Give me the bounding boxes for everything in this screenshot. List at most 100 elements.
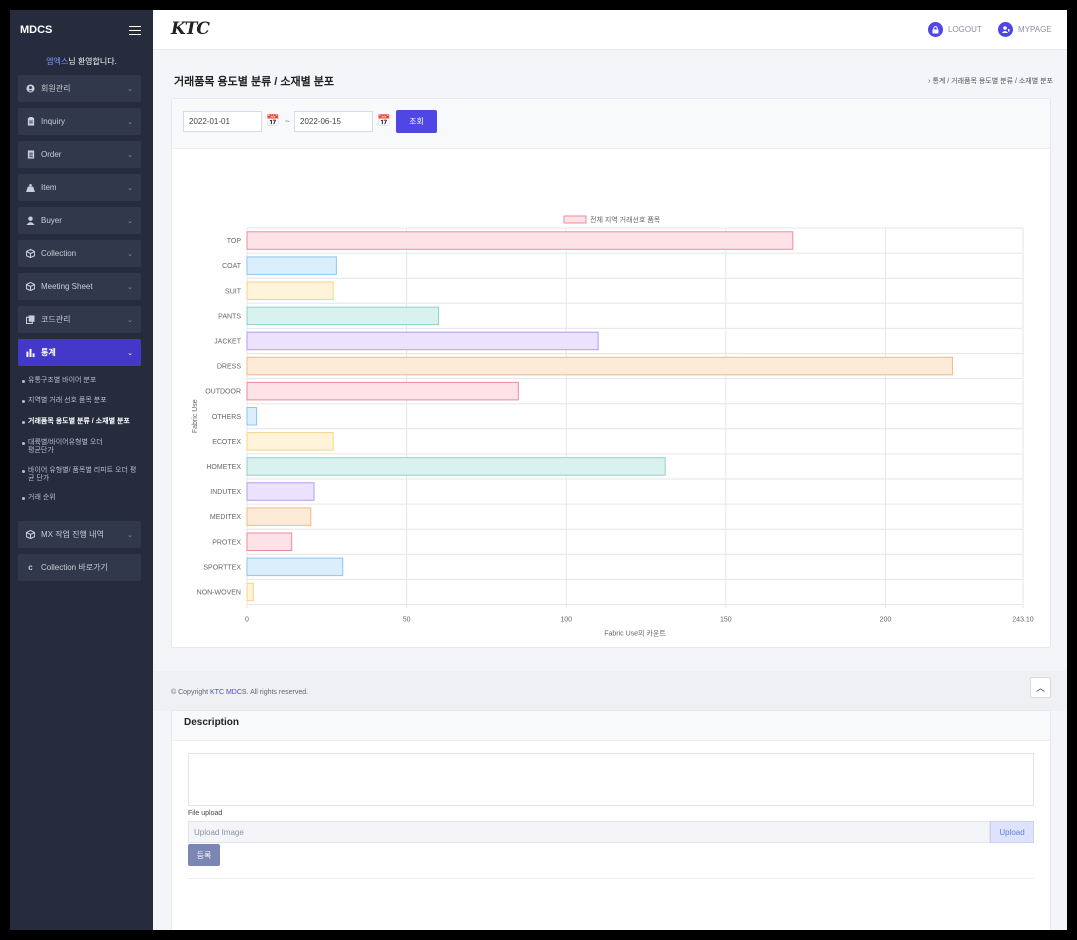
register-button[interactable]: 등록	[188, 844, 220, 866]
chevron-down-icon: ⌄	[127, 118, 133, 126]
menu-label: Order	[41, 150, 62, 159]
description-textarea[interactable]	[188, 753, 1034, 806]
menu-label: 코드관리	[41, 315, 71, 324]
menu-label: MX 작업 진행 내역	[41, 530, 104, 539]
chevron-down-icon: ⌄	[127, 531, 133, 539]
y-tick-label: ECOTEX	[212, 439, 241, 446]
chevron-down-icon: ⌄	[127, 151, 133, 159]
scroll-top-button[interactable]: ︿	[1030, 677, 1051, 698]
file-upload-label: File upload	[188, 810, 223, 817]
menu-statistics[interactable]: 통계 ⌄	[18, 339, 141, 366]
x-tick-label: 50	[403, 617, 411, 624]
bar-indutex	[246, 482, 315, 501]
menu-inquiry[interactable]: Inquiry ⌄	[18, 108, 141, 135]
bar-suit	[246, 281, 334, 300]
y-tick-label: HOMETEX	[206, 464, 241, 471]
page-title: 거래품목 용도별 분류 / 소재별 분포	[174, 76, 335, 88]
divider	[188, 878, 1034, 879]
date-separator: ~	[285, 117, 290, 126]
chevron-down-icon: ⌄	[127, 349, 133, 357]
y-tick-label: OTHERS	[212, 414, 242, 421]
y-tick-label: SUIT	[225, 288, 242, 295]
menu-label: Inquiry	[41, 117, 66, 126]
description-card: Description File upload Upload Image Upl…	[171, 710, 1051, 930]
bar-jacket	[246, 331, 599, 351]
mypage-button[interactable]: MYPAGE	[998, 22, 1052, 37]
user-circle-icon	[26, 84, 35, 93]
calendar-icon[interactable]: 📅	[266, 115, 280, 127]
box-icon	[26, 530, 35, 539]
logout-label: LOGOUT	[948, 25, 982, 34]
submenu-item[interactable]: 지역별 거래 선호 품목 분포	[22, 397, 138, 405]
file-upload-input[interactable]: Upload Image	[188, 821, 990, 843]
y-tick-label: DRESS	[217, 364, 241, 371]
bar-pants	[246, 306, 440, 326]
hamburger-menu-icon[interactable]	[129, 25, 141, 35]
chevron-down-icon: ⌄	[127, 217, 133, 225]
chevron-down-icon: ⌄	[127, 283, 133, 291]
date-filter-bar: 2022-01-01 📅 ~ 2022-06-15 📅 조회	[172, 99, 1050, 149]
logout-button[interactable]: LOGOUT	[928, 22, 982, 37]
x-tick-label: 100	[560, 617, 572, 624]
menu-collection[interactable]: Collection ⌄	[18, 240, 141, 267]
x-tick-label: 0	[245, 617, 249, 624]
menu-label: Collection 바로가기	[41, 563, 108, 572]
x-axis-title: Fabric Use의 카운트	[604, 629, 666, 638]
chevron-up-icon: ︿	[1035, 683, 1045, 693]
y-tick-label: COAT	[222, 263, 242, 270]
bar-protex	[246, 532, 293, 551]
c-icon: c	[28, 563, 33, 572]
y-tick-label: JACKET	[214, 338, 242, 345]
bar-dress	[246, 356, 953, 376]
menu-order[interactable]: Order ⌄	[18, 141, 141, 168]
menu-collection-shortcut[interactable]: c Collection 바로가기	[18, 554, 141, 581]
menu-mx-progress[interactable]: MX 작업 진행 내역 ⌄	[18, 521, 141, 548]
menu-buyer[interactable]: Buyer ⌄	[18, 207, 141, 234]
submenu-item[interactable]: 대륙별/바이어유형별 오더평균단가	[22, 439, 108, 455]
ktc-logo[interactable]: KTC	[171, 19, 210, 39]
copy-icon	[26, 315, 35, 324]
menu-label: Meeting Sheet	[41, 282, 93, 291]
y-tick-label: SPORTTEX	[203, 564, 241, 571]
calendar-icon[interactable]: 📅	[377, 115, 391, 127]
upload-button[interactable]: Upload	[990, 821, 1034, 843]
mypage-label: MYPAGE	[1018, 25, 1052, 34]
box-icon	[26, 282, 35, 291]
bar-non-woven	[246, 582, 254, 602]
bar-sporttex	[246, 557, 344, 577]
bar-chart-icon	[26, 348, 35, 357]
menu-label: 통계	[41, 348, 56, 357]
menu-label: Collection	[41, 249, 77, 258]
y-tick-label: PROTEX	[212, 539, 241, 546]
copyright-prefix: © Copyright	[171, 689, 211, 696]
welcome-message: 엠엑스님 환영합니다.	[10, 56, 153, 70]
submenu-item[interactable]: 유통구조별 바이어 분포	[22, 377, 138, 385]
copyright-brand-link[interactable]: KTC MDCS	[210, 689, 247, 696]
submenu-item[interactable]: 바이어 유형별/ 품목별 리피트 오더 평균 단가	[22, 467, 140, 483]
x-tick-label: 150	[720, 617, 732, 624]
submenu-item[interactable]: 거래 순위	[22, 494, 138, 502]
submenu-item-active[interactable]: 거래품목 용도별 분류 / 소재별 분포	[22, 418, 138, 426]
x-tick-label: 200	[880, 617, 892, 624]
sidebar-header: MDCS	[10, 10, 153, 50]
description-title: Description	[172, 711, 1050, 741]
welcome-text: 님 환영합니다.	[68, 57, 117, 66]
scale-icon	[26, 183, 35, 192]
menu-item[interactable]: Item ⌄	[18, 174, 141, 201]
chevron-down-icon: ⌄	[127, 250, 133, 258]
copyright-suffix: . All rights reserved.	[246, 689, 309, 696]
end-date-input[interactable]: 2022-06-15	[294, 111, 373, 132]
menu-label: Item	[41, 183, 57, 192]
legend-label: 전체 지역 거래선호 품목	[590, 215, 661, 224]
start-date-input[interactable]: 2022-01-01	[183, 111, 262, 132]
bar-ecotex	[246, 432, 334, 451]
menu-label: 회원관리	[41, 84, 71, 93]
menu-member-management[interactable]: 회원관리 ⌄	[18, 75, 141, 102]
search-button[interactable]: 조회	[396, 110, 437, 133]
menu-meeting-sheet[interactable]: Meeting Sheet ⌄	[18, 273, 141, 300]
chart-card: 2022-01-01 📅 ~ 2022-06-15 📅 조회 전체 지역 거래선…	[171, 98, 1051, 648]
list-icon	[26, 150, 35, 159]
menu-code-management[interactable]: 코드관리 ⌄	[18, 306, 141, 333]
y-tick-label: PANTS	[218, 313, 241, 320]
box-icon	[26, 249, 35, 258]
